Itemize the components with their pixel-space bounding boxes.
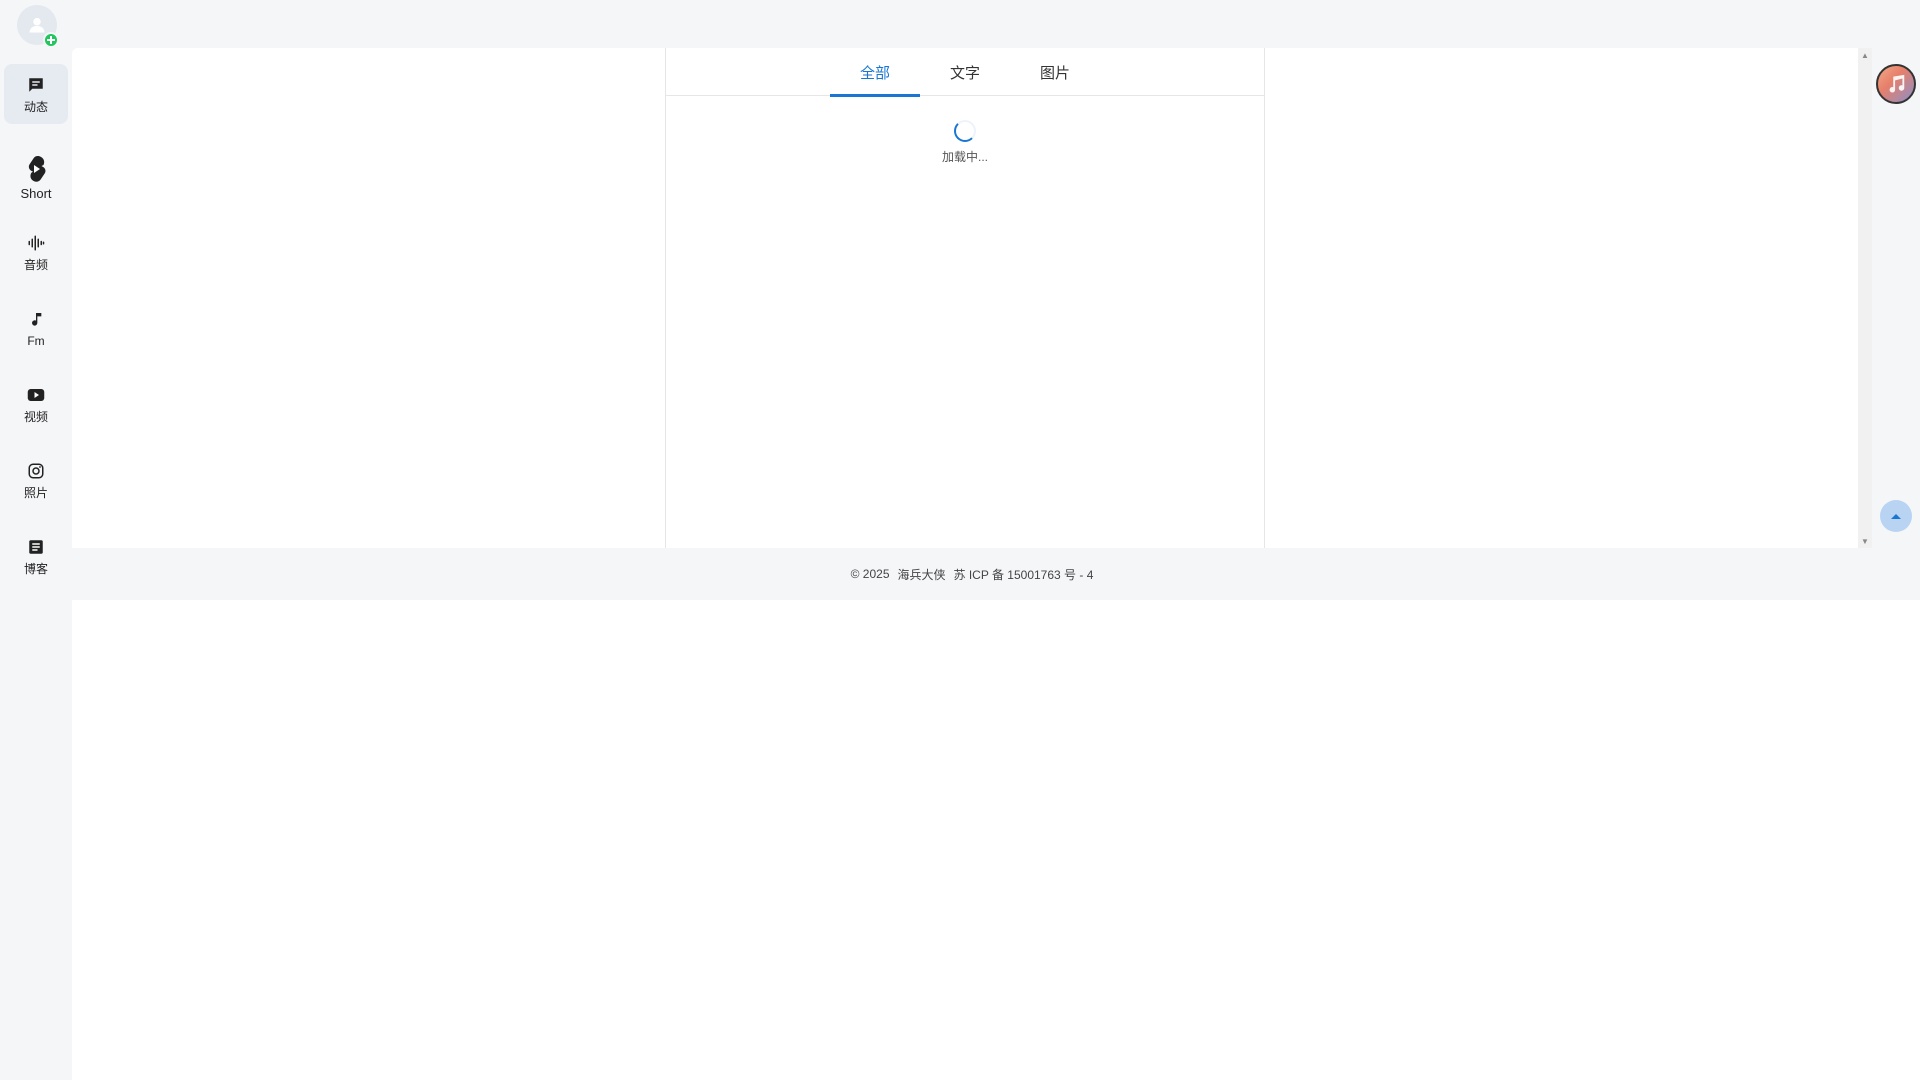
- article-icon: [27, 536, 45, 558]
- sidebar-item-blog[interactable]: 博客: [4, 530, 68, 582]
- sidebar-item-label: 动态: [23, 100, 48, 114]
- chevron-up-icon: [1891, 514, 1901, 519]
- sidebar-item-video[interactable]: 视频: [4, 378, 68, 430]
- music-player-button[interactable]: [1876, 64, 1916, 104]
- sidebar-item-label: Short: [20, 186, 52, 201]
- sidebar-item-label: 音频: [23, 258, 48, 272]
- footer: © 2025 海兵大侠 苏 ICP 备 15001763 号 - 4: [72, 548, 1872, 600]
- loading-text: 加载中...: [941, 150, 988, 164]
- sidebar-item-audio[interactable]: 音频: [4, 226, 68, 278]
- music-note-icon: [1889, 74, 1905, 93]
- add-account-icon: [43, 32, 59, 48]
- feed-column: 全部 文字 图片 加载中...: [665, 48, 1265, 548]
- scroll-up-arrow-icon[interactable]: ▲: [1858, 48, 1872, 62]
- user-avatar-button[interactable]: [17, 5, 59, 48]
- person-icon: [29, 17, 45, 33]
- footer-copyright: © 2025: [850, 567, 890, 581]
- audio-wave-icon: [27, 232, 45, 254]
- feed-tabs: 全部 文字 图片: [666, 48, 1264, 97]
- scroll-down-arrow-icon[interactable]: ▼: [1858, 534, 1872, 548]
- tab-text[interactable]: 文字: [920, 48, 1010, 96]
- tab-label: 全部: [859, 64, 890, 82]
- sidebar-item-fm[interactable]: Fm: [4, 302, 68, 354]
- back-to-top-button[interactable]: [1880, 500, 1912, 532]
- footer-owner-link[interactable]: 海兵大侠: [898, 566, 946, 583]
- tab-all[interactable]: 全部: [830, 48, 920, 97]
- tab-label: 文字: [949, 64, 980, 82]
- message-icon: [27, 74, 45, 96]
- sidebar-item-label: 照片: [23, 486, 48, 500]
- camera-icon: [27, 460, 45, 482]
- music-note-icon: [28, 308, 44, 330]
- sidebar-item-short[interactable]: Short: [4, 144, 68, 212]
- shorts-icon: [24, 155, 48, 183]
- sidebar-nav: 动态 Short 音频 Fm 视频 照片 博客: [4, 64, 68, 582]
- sidebar-item-dynamic[interactable]: 动态: [4, 64, 68, 124]
- left-sidebar: 动态 Short 音频 Fm 视频 照片 博客: [0, 0, 72, 1080]
- tab-label: 图片: [1039, 64, 1070, 82]
- sidebar-item-label: Fm: [27, 334, 45, 348]
- spinner-icon: [954, 120, 976, 142]
- tab-images[interactable]: 图片: [1010, 48, 1100, 96]
- sidebar-item-photos[interactable]: 照片: [4, 454, 68, 506]
- content-area-bottom: [72, 600, 1920, 1080]
- video-play-icon: [27, 384, 45, 406]
- sidebar-item-label: 博客: [23, 562, 48, 576]
- main-panel: 全部 文字 图片 加载中...: [72, 48, 1858, 548]
- footer-icp-link[interactable]: 苏 ICP 备 15001763 号 - 4: [954, 566, 1094, 583]
- main-scrollbar[interactable]: ▲ ▼: [1858, 48, 1872, 548]
- sidebar-item-label: 视频: [23, 410, 48, 424]
- loading-indicator: 加载中...: [666, 120, 1264, 165]
